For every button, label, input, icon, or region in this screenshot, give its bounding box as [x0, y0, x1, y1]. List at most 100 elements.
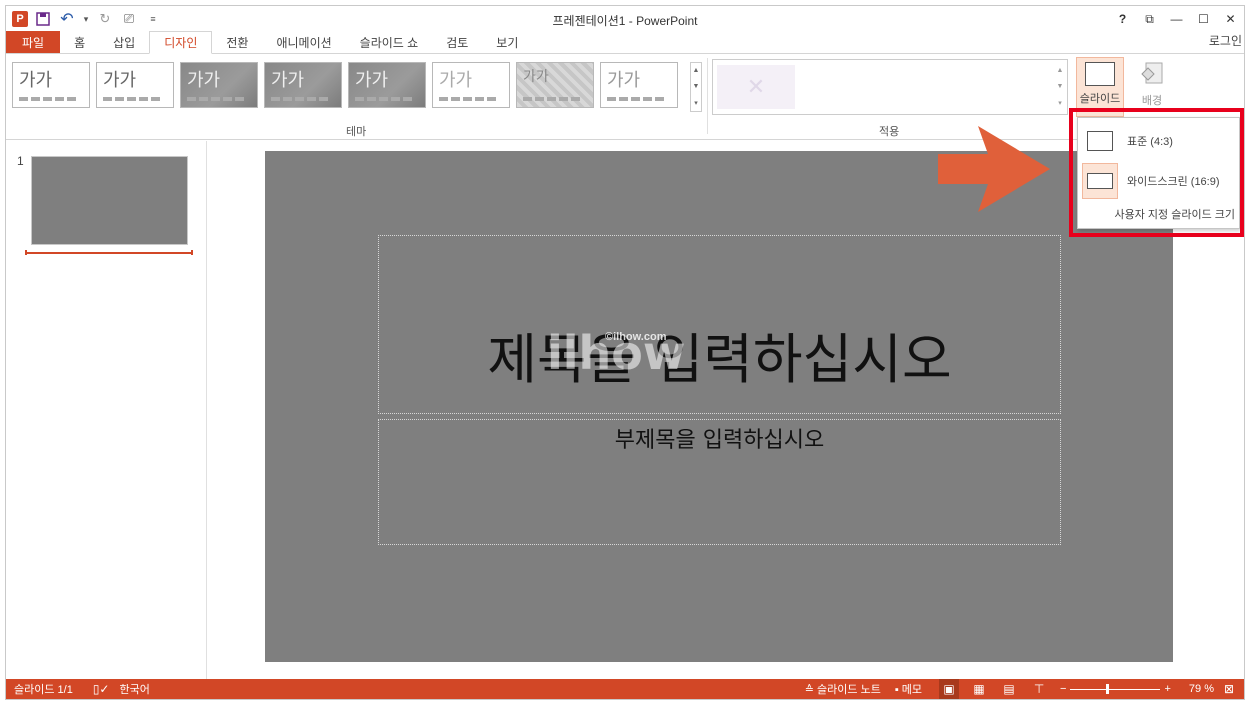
format-background-label: 배경 — [1141, 95, 1163, 107]
format-background-icon — [1141, 62, 1163, 84]
title-placeholder[interactable]: 제목을 입력하십시오 — [378, 235, 1061, 414]
subtitle-placeholder[interactable]: 부제목을 입력하십시오 — [378, 419, 1061, 545]
zoom-level[interactable]: 79 % — [1189, 679, 1214, 699]
variant-thumbnail[interactable]: ✕ — [717, 65, 795, 109]
theme-preview-text: 가가 — [103, 70, 137, 91]
quick-access-toolbar: P ↶ ▾ ↻ ⎚ ≡ — [6, 6, 162, 32]
group-separator — [707, 58, 708, 134]
minimize-icon[interactable]: — — [1163, 6, 1190, 32]
undo-dropdown-icon[interactable]: ▾ — [82, 10, 90, 28]
zoom-slider[interactable] — [1070, 683, 1161, 694]
variants-scroll[interactable]: ▲ ▼ ▾ — [1055, 62, 1065, 112]
gallery-more-icon[interactable]: ▾ — [1058, 99, 1062, 107]
slide-size-label: 슬라이드 — [1079, 93, 1121, 105]
redo-icon[interactable]: ↻ — [96, 10, 114, 28]
slide-number: 1 — [17, 154, 24, 168]
theme-8[interactable]: 가가 — [600, 62, 678, 108]
tab-slideshow[interactable]: 슬라이드 쇼 — [346, 31, 433, 53]
undo-icon[interactable]: ↶ — [58, 10, 76, 28]
powerpoint-logo-icon[interactable]: P — [12, 11, 28, 27]
status-bar: 슬라이드 1/1 ▯✓ 한국어 ≙ 슬라이드 노트 ▪ 메모 ▣ ▦ ▤ ⊤ −… — [6, 679, 1244, 699]
theme-preview-text: 가가 — [607, 70, 641, 91]
subtitle-placeholder-text: 부제목을 입력하십시오 — [614, 428, 825, 453]
title-placeholder-text: 제목을 입력하십시오 — [487, 328, 952, 391]
slide-size-dropdown: 표준 (4:3) 와이드스크린 (16:9) 사용자 지정 슬라이드 크기 — [1077, 117, 1240, 229]
gallery-more-icon[interactable]: ▾ — [694, 99, 698, 107]
slide-counter: 슬라이드 1/1 — [14, 684, 73, 696]
theme-preview-text: 가가 — [355, 70, 389, 91]
tab-review[interactable]: 검토 — [432, 31, 482, 53]
zoom-slider-thumb[interactable] — [1106, 683, 1110, 694]
theme-gallery-scroll[interactable]: ▲ ▼ ▾ — [690, 62, 702, 112]
window-controls: ? ⧉ — ☐ ✕ — [1109, 6, 1244, 32]
tab-insert[interactable]: 삽입 — [99, 31, 149, 53]
notes-button[interactable]: ≙ 슬라이드 노트 — [805, 679, 881, 699]
save-icon[interactable] — [34, 10, 52, 28]
theme-2[interactable]: 가가 — [96, 62, 174, 108]
ribbon-design: 가가 가가 가가 가가 가가 가가 가가 가가 ▲ ▼ ▾ 테마 ✕ ▲ ▼ ▾… — [6, 54, 1244, 140]
tab-home[interactable]: 홈 — [60, 31, 99, 53]
scroll-down-icon[interactable]: ▼ — [1057, 83, 1064, 90]
theme-7[interactable]: 가가 — [516, 62, 594, 108]
signin-link[interactable]: 로그인 — [1209, 32, 1242, 49]
theme-preview-text: 가가 — [187, 70, 221, 91]
slide-thumbnail-pane: 1 — [6, 141, 207, 679]
tab-file[interactable]: 파일 — [6, 31, 61, 53]
ribbon-display-icon[interactable]: ⧉ — [1136, 6, 1163, 32]
standard-ratio-icon — [1087, 131, 1113, 151]
theme-preview-text: 가가 — [523, 69, 549, 85]
slide-size-widescreen-option[interactable]: 와이드스크린 (16:9) — [1082, 163, 1237, 199]
custom-slide-size-option[interactable]: 사용자 지정 슬라이드 크기 — [1078, 206, 1239, 222]
theme-preview-text: 가가 — [271, 70, 305, 91]
tab-transitions[interactable]: 전환 — [212, 31, 262, 53]
theme-group-label: 테마 — [346, 126, 367, 138]
slide-size-button[interactable]: 슬라이드 — [1076, 57, 1124, 117]
standard-option-label: 표준 (4:3) — [1127, 136, 1173, 148]
scroll-up-icon[interactable]: ▲ — [693, 67, 700, 74]
variants-group-label: 적용 — [879, 126, 900, 138]
fit-to-window-icon[interactable]: ⊠ — [1219, 679, 1239, 699]
variants-gallery: ✕ ▲ ▼ ▾ — [712, 59, 1068, 115]
scroll-up-icon[interactable]: ▲ — [1057, 67, 1064, 74]
window-title: 프레젠테이션1 - PowerPoint — [552, 14, 698, 28]
widescreen-ratio-icon — [1087, 173, 1113, 189]
tab-view[interactable]: 보기 — [482, 31, 532, 53]
insertion-marker — [25, 250, 193, 255]
reading-view-icon[interactable]: ▤ — [999, 679, 1019, 699]
language-indicator[interactable]: 한국어 — [120, 679, 150, 699]
ribbon-tabs: 파일 홈 삽입 디자인 전환 애니메이션 슬라이드 쇼 검토 보기 로그인 — [6, 31, 1244, 54]
theme-4[interactable]: 가가 — [264, 62, 342, 108]
watermark-url: ©ilhow.com — [605, 331, 667, 343]
slide-size-standard-option[interactable]: 표준 (4:3) — [1082, 123, 1237, 159]
slideshow-view-icon[interactable]: ⊤ — [1029, 679, 1049, 699]
slide-size-icon — [1085, 62, 1115, 86]
slide-canvas[interactable]: 제목을 입력하십시오 부제목을 입력하십시오 ilhow ©ilhow.com — [265, 151, 1173, 662]
maximize-icon[interactable]: ☐ — [1190, 6, 1217, 32]
start-slideshow-icon[interactable]: ⎚ — [120, 10, 138, 28]
zoom-in-icon[interactable]: + — [1164, 679, 1170, 699]
close-icon[interactable]: ✕ — [1217, 6, 1244, 32]
slide-sorter-icon[interactable]: ▦ — [969, 679, 989, 699]
help-icon[interactable]: ? — [1109, 6, 1136, 32]
callout-arrow-icon — [938, 126, 1050, 212]
customize-qat-icon[interactable]: ≡ — [144, 10, 162, 28]
scroll-down-icon[interactable]: ▼ — [693, 83, 700, 90]
format-background-button[interactable]: 배경 — [1128, 57, 1176, 117]
spell-check-icon[interactable]: ▯✓ — [93, 679, 110, 699]
theme-6[interactable]: 가가 — [432, 62, 510, 108]
theme-3[interactable]: 가가 — [180, 62, 258, 108]
status-bar-right: ≙ 슬라이드 노트 ▪ 메모 ▣ ▦ ▤ ⊤ − + 79 % ⊠ — [805, 679, 1244, 699]
zoom-out-icon[interactable]: − — [1060, 679, 1066, 699]
theme-preview-text: 가가 — [439, 70, 473, 91]
tab-design[interactable]: 디자인 — [149, 31, 213, 54]
theme-preview-text: 가가 — [19, 70, 53, 91]
title-bar: P ↶ ▾ ↻ ⎚ ≡ 프레젠테이션1 - PowerPoint ? ⧉ — ☐… — [6, 6, 1244, 32]
theme-gallery: 가가 가가 가가 가가 가가 가가 가가 가가 — [12, 62, 678, 108]
widescreen-option-label: 와이드스크린 (16:9) — [1127, 176, 1220, 188]
tab-animations[interactable]: 애니메이션 — [262, 31, 345, 53]
slide-thumbnail[interactable] — [30, 155, 189, 246]
theme-office[interactable]: 가가 — [12, 62, 90, 108]
normal-view-icon[interactable]: ▣ — [939, 679, 960, 699]
comments-button[interactable]: ▪ 메모 — [895, 679, 922, 699]
theme-5[interactable]: 가가 — [348, 62, 426, 108]
